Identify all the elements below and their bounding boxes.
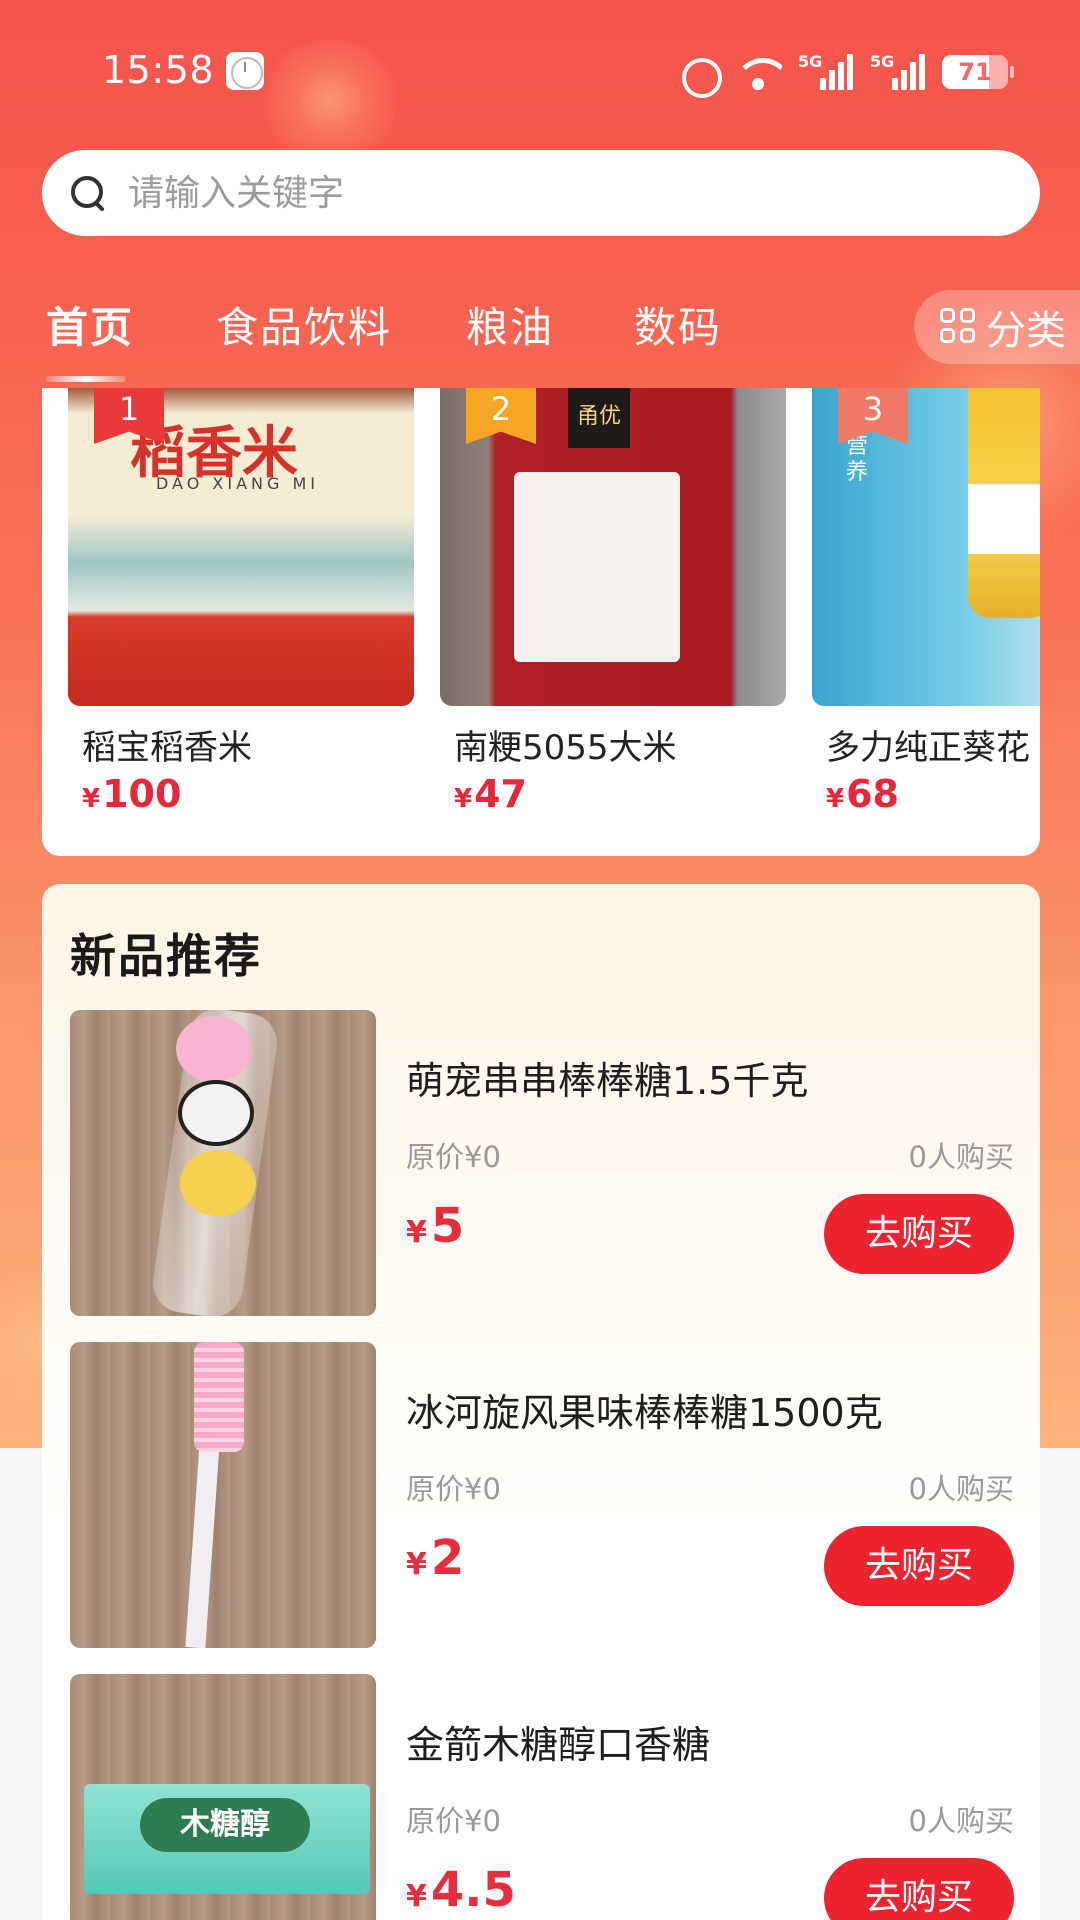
currency-symbol: ¥ [406,1547,427,1582]
product-price: ¥47 [454,772,527,816]
buyer-count: 0人购买 [908,1140,1014,1174]
buyer-count: 0人购买 [908,1472,1014,1506]
package-text: 营养 [846,434,869,485]
product-price: ¥2 [406,1530,464,1586]
product-name: 萌宠串串棒棒糖1.5千克 [406,1059,809,1103]
active-tab-indicator [46,376,126,382]
price-value: 2 [430,1530,465,1586]
search-input[interactable] [128,172,988,214]
signal-icon: 5G [870,52,926,92]
product-name: 金箭木糖醇口香糖 [406,1723,711,1767]
price-value: 47 [474,772,527,816]
package-subtext: DAO XIANG MI [156,474,319,493]
search-bar[interactable] [42,150,1040,236]
category-button-label: 分类 [986,308,1066,354]
price-value: 68 [846,772,899,816]
product-image: 甬优 [440,388,786,706]
status-time: 15:58 [102,48,215,92]
alarm-icon [678,52,722,98]
product-name: 多力纯正葵花 [826,728,1030,768]
product-image [70,1342,376,1648]
product-price: ¥100 [82,772,181,816]
tab-digital[interactable]: 数码 [634,294,722,355]
buyer-count: 0人购买 [908,1804,1014,1838]
wifi-icon [734,52,782,92]
section-title: 新品推荐 [70,929,262,983]
tab-food-drinks[interactable]: 食品饮料 [216,294,392,355]
product-image: 木糖醇 [70,1674,376,1920]
product-name: 稻宝稻香米 [82,728,252,768]
new-products-section: 新品推荐 萌宠串串棒棒糖1.5千克 原价¥0 0人购买 ¥5 去购买 冰河旋风果… [42,884,1040,1920]
search-icon [68,173,108,213]
status-bar: 15:58 5G 5G 71 [0,0,1080,140]
product-price: ¥4.5 [406,1862,516,1918]
category-button[interactable]: 分类 [914,290,1080,364]
currency-symbol: ¥ [826,784,845,814]
product-list-item[interactable]: 萌宠串串棒棒糖1.5千克 原价¥0 0人购买 ¥5 去购买 [70,1010,1014,1316]
grid-icon [940,308,978,346]
original-price: 原价¥0 [406,1472,501,1506]
product-name: 冰河旋风果味棒棒糖1500克 [406,1391,883,1435]
product-list-item[interactable]: 冰河旋风果味棒棒糖1500克 原价¥0 0人购买 ¥2 去购买 [70,1342,1014,1648]
price-value: 100 [102,772,182,816]
buy-button[interactable]: 去购买 [824,1526,1014,1606]
battery-icon: 71 [942,55,1014,89]
battery-level: 71 [958,58,992,86]
buy-button[interactable]: 去购买 [824,1858,1014,1920]
tab-grain-oil[interactable]: 粮油 [466,294,554,355]
tab-home[interactable]: 首页 [46,294,134,355]
currency-symbol: ¥ [406,1215,427,1250]
currency-symbol: ¥ [406,1879,427,1914]
original-price: 原价¥0 [406,1140,501,1174]
package-label [514,472,680,662]
ranking-card: 稻香米 DAO XIANG MI 1 稻宝稻香米 ¥100 甬优 2 南粳505… [42,388,1040,856]
currency-symbol: ¥ [454,784,473,814]
package-text: 甬优 [568,388,630,448]
network-type-label: 5G [798,52,823,71]
price-value: 5 [430,1198,465,1254]
bottle-label [968,484,1040,554]
product-price: ¥5 [406,1198,464,1254]
buy-button[interactable]: 去购买 [824,1194,1014,1274]
product-image [70,1010,376,1316]
original-price: 原价¥0 [406,1804,501,1838]
product-price: ¥68 [826,772,899,816]
status-icons: 5G 5G 71 [678,50,1014,98]
package-text: 木糖醇 [140,1798,310,1852]
currency-symbol: ¥ [82,784,101,814]
app-screen: 15:58 5G 5G 71 首页 食品饮料 粮油 数码 [0,0,1080,1920]
signal-icon: 5G [798,52,854,92]
network-type-label: 5G [870,52,895,71]
product-list-item[interactable]: 木糖醇 金箭木糖醇口香糖 原价¥0 0人购买 ¥4.5 去购买 [70,1674,1014,1920]
product-image: 稻香米 DAO XIANG MI [68,388,414,706]
price-value: 4.5 [430,1862,516,1918]
product-name: 南粳5055大米 [454,728,677,768]
clock-app-icon [226,52,264,90]
